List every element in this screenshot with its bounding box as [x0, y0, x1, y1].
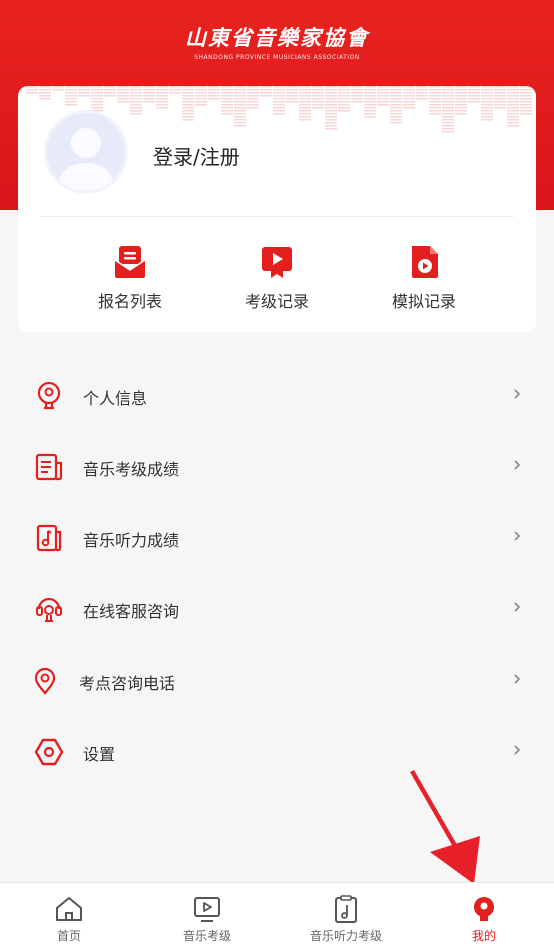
quick-action-registration-list[interactable]: 报名列表	[70, 244, 190, 312]
association-logo: 山東省音樂家協會 SHANDONG PROVINCE MUSICIANS ASS…	[0, 22, 554, 61]
music-clipboard-icon	[335, 895, 357, 923]
headset-icon	[36, 597, 62, 622]
chevron-right-icon	[514, 745, 521, 755]
envelope-list-icon	[114, 246, 146, 278]
tab-music-exam[interactable]: 音乐考级	[138, 883, 276, 952]
tab-label: 我的	[471, 929, 496, 943]
menu-item-personal-info[interactable]: 个人信息	[0, 367, 554, 423]
menu-item-label: 在线客服咨询	[83, 602, 180, 621]
video-record-icon	[262, 247, 292, 278]
logo-chinese-text: 山東省音樂家協會	[185, 25, 369, 50]
login-register-link[interactable]: 登录/注册	[153, 141, 240, 170]
quick-action-label: 模拟记录	[391, 292, 456, 311]
quick-action-exam-records[interactable]: 考级记录	[217, 244, 337, 312]
tab-label: 首页	[56, 929, 81, 943]
tab-label: 音乐考级	[182, 929, 231, 943]
menu-item-label: 设置	[83, 745, 116, 764]
chevron-right-icon	[514, 674, 521, 684]
settings-hexagon-icon	[34, 738, 64, 766]
menu-item-label: 考点咨询电话	[79, 674, 176, 693]
tab-listening-exam[interactable]: 音乐听力考级	[277, 883, 415, 952]
person-icon	[37, 381, 61, 410]
tab-home[interactable]: 首页	[0, 883, 138, 952]
logo-english-text: SHANDONG PROVINCE MUSICIANS ASSOCIATION	[194, 54, 360, 61]
avatar[interactable]	[44, 110, 128, 194]
location-pin-icon	[34, 667, 56, 695]
tab-mine[interactable]: 我的	[415, 883, 553, 952]
home-icon	[56, 897, 82, 921]
profile-card: 登录/注册 报名列表 考级记录 模拟记录	[18, 86, 536, 332]
report-icon	[35, 453, 63, 481]
menu-item-label: 音乐考级成绩	[83, 460, 180, 479]
card-divider	[40, 216, 514, 217]
menu-item-exam-scores[interactable]: 音乐考级成绩	[0, 438, 554, 494]
music-note-book-icon	[36, 524, 62, 552]
default-avatar-icon	[58, 128, 114, 191]
menu-item-label: 音乐听力成绩	[83, 531, 180, 550]
tab-label: 音乐听力考级	[309, 929, 382, 943]
menu-item-label: 个人信息	[83, 389, 148, 408]
chevron-right-icon	[514, 389, 521, 399]
menu-item-listening-scores[interactable]: 音乐听力成绩	[0, 509, 554, 565]
quick-action-label: 考级记录	[244, 292, 309, 311]
video-play-icon	[194, 897, 220, 922]
chevron-right-icon	[514, 531, 521, 541]
profile-icon	[474, 897, 494, 921]
menu-item-online-support[interactable]: 在线客服咨询	[0, 580, 554, 636]
document-play-icon	[412, 246, 438, 278]
chevron-right-icon	[514, 460, 521, 470]
chevron-right-icon	[514, 602, 521, 612]
bottom-tab-bar: 首页 音乐考级 音乐听力考级 我的	[0, 882, 554, 952]
quick-action-label: 报名列表	[97, 292, 162, 311]
menu-item-exam-site-phone[interactable]: 考点咨询电话	[0, 652, 554, 708]
quick-action-mock-records[interactable]: 模拟记录	[364, 244, 484, 312]
menu-item-settings[interactable]: 设置	[0, 723, 554, 779]
